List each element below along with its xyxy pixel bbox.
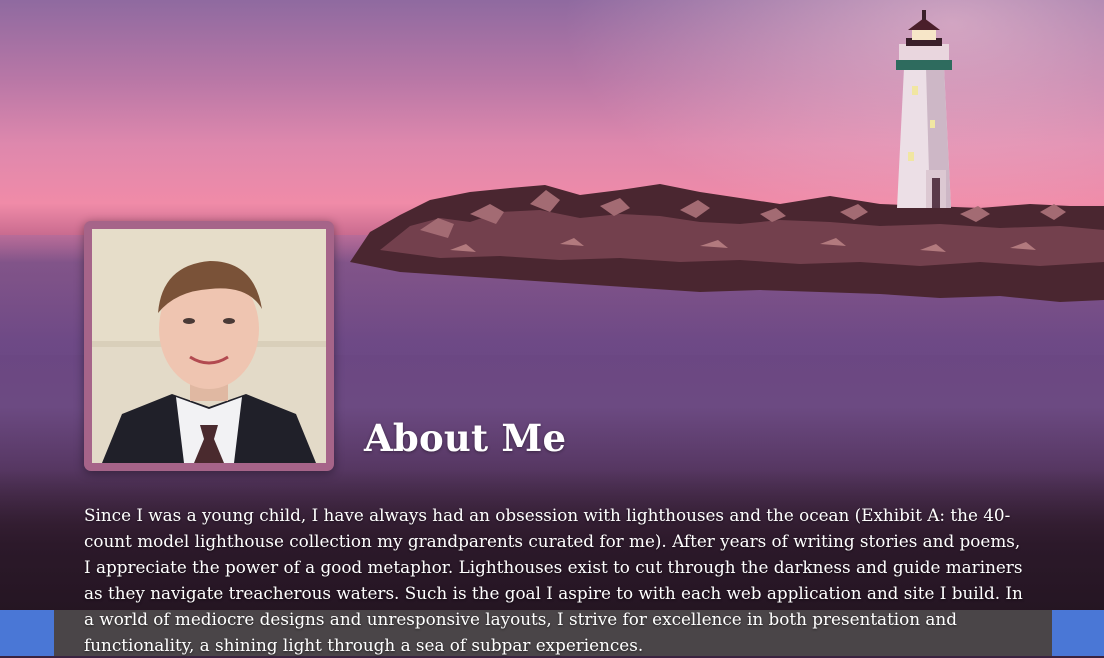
profile-photo	[92, 229, 326, 463]
profile-photo-frame	[84, 221, 334, 471]
profile-photo-image	[92, 229, 326, 463]
lighthouse	[896, 10, 952, 208]
about-heading: About Me	[364, 416, 567, 460]
rocks	[350, 184, 1104, 302]
about-bio: Since I was a young child, I have always…	[84, 505, 1023, 655]
